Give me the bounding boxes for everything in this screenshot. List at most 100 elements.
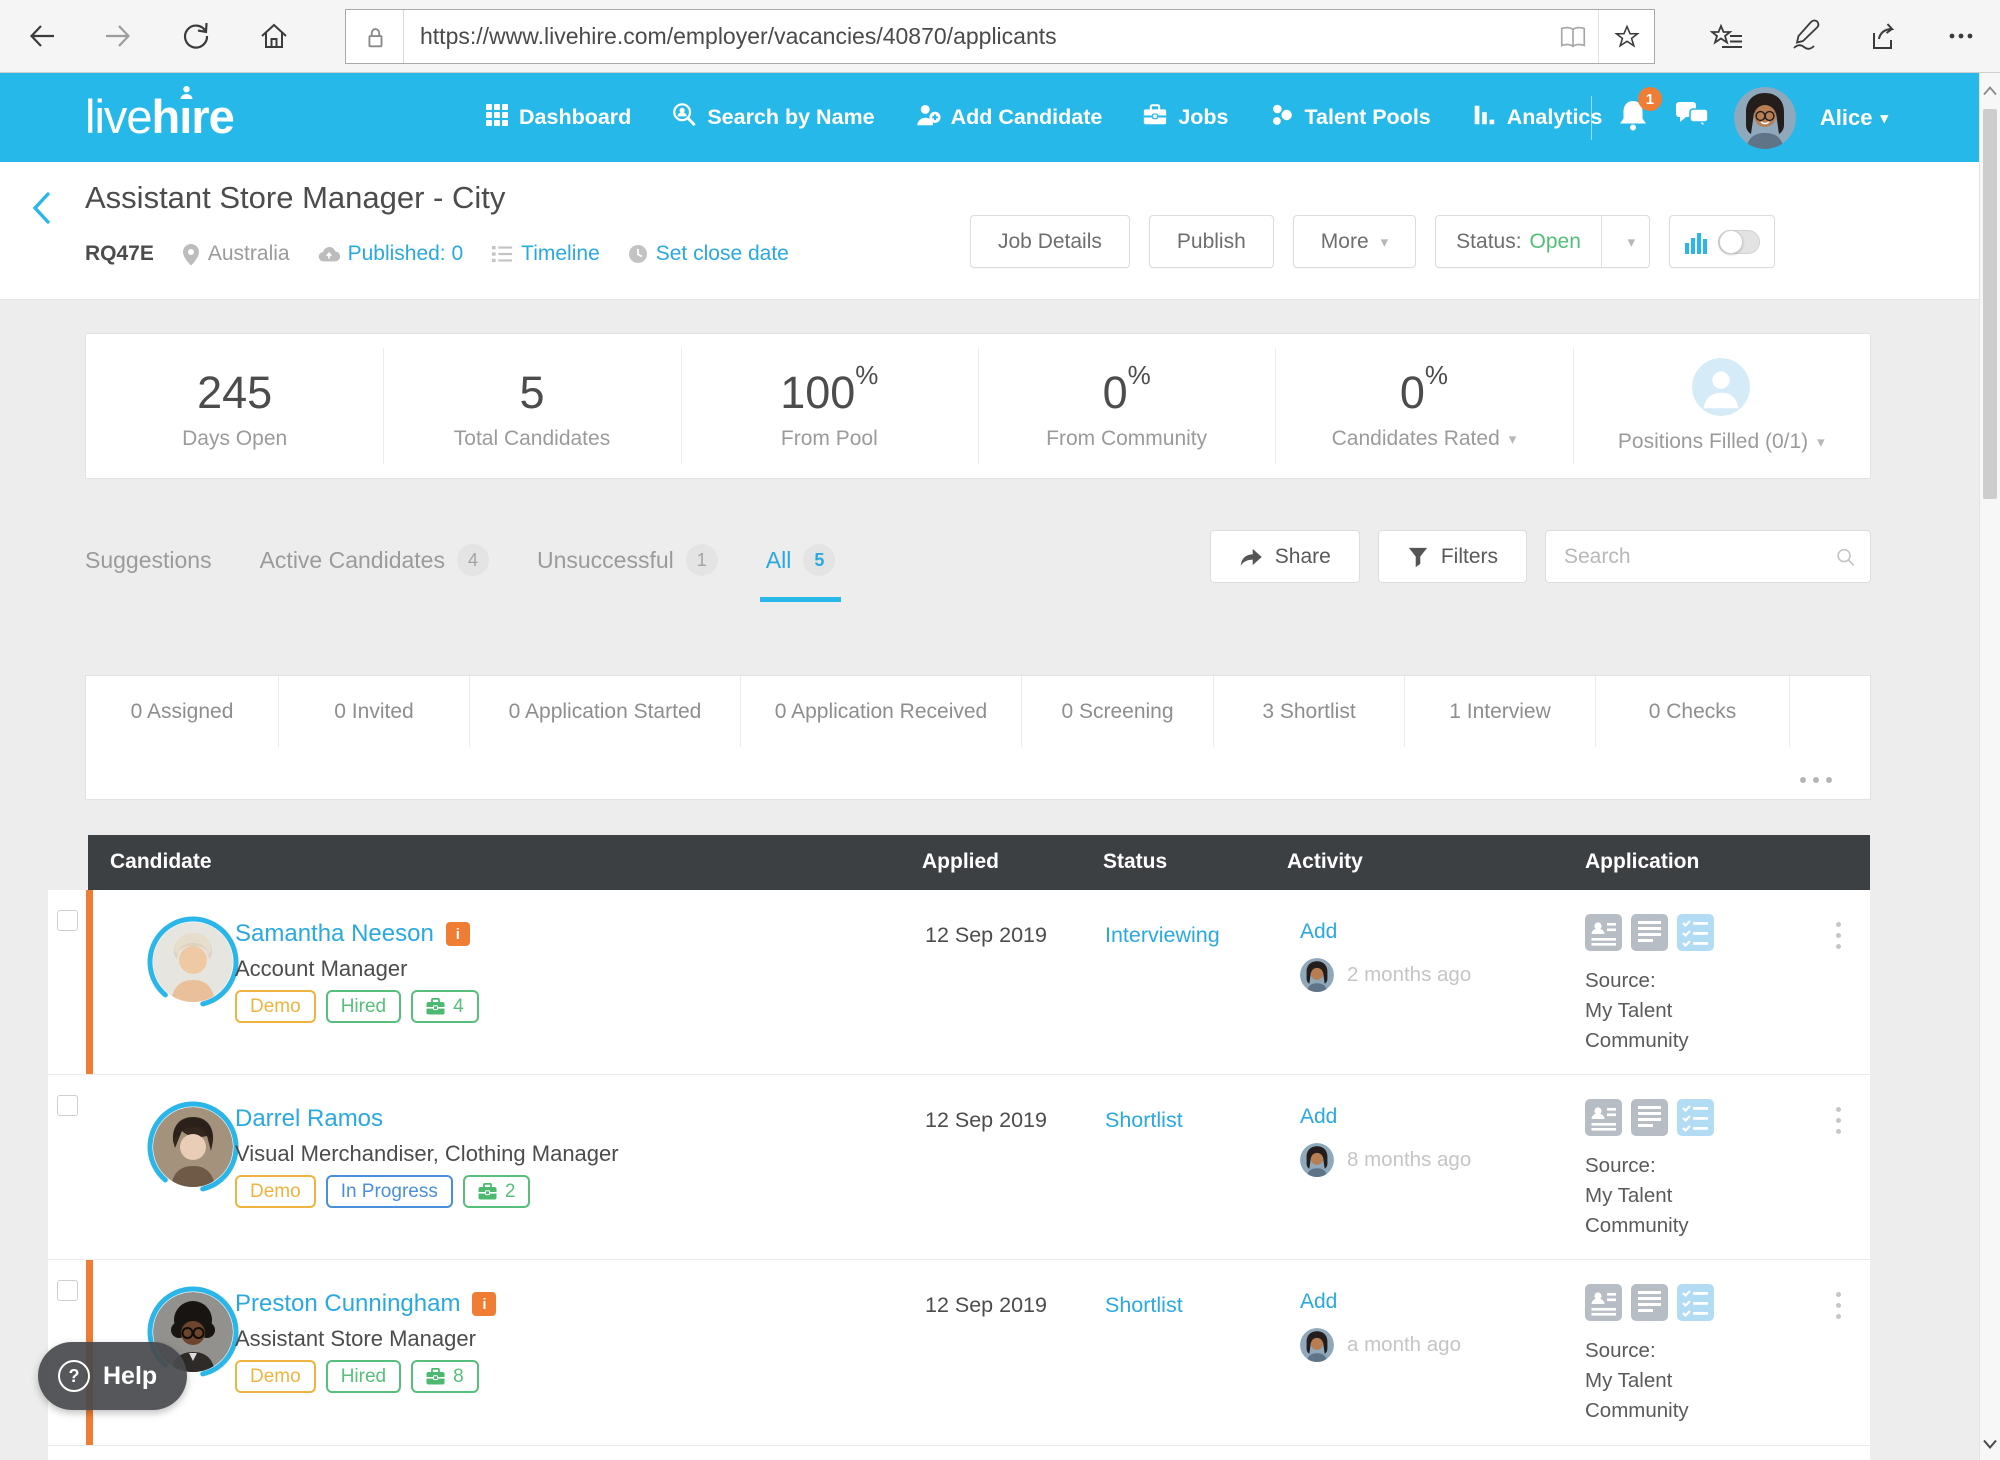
stage-assigned[interactable]: 0 Assigned (86, 676, 279, 747)
stage-screening[interactable]: 0 Screening (1022, 676, 1214, 747)
messages-chat-icon[interactable] (1674, 98, 1710, 137)
row-checkbox[interactable] (57, 1280, 78, 1301)
reading-view-icon[interactable] (1548, 23, 1598, 51)
tab-active-candidates[interactable]: Active Candidates4 (260, 544, 489, 576)
table-bottom-strip (48, 1446, 1870, 1460)
publish-button[interactable]: Publish (1149, 215, 1274, 268)
add-favorite-star-icon[interactable] (1598, 10, 1654, 63)
checklist-icon[interactable] (1677, 1284, 1714, 1321)
job-timeline[interactable]: Timeline (491, 242, 600, 266)
stage-invited[interactable]: 0 Invited (279, 676, 470, 747)
user-menu[interactable]: Alice ▾ (1820, 105, 1888, 131)
stage-application-received[interactable]: 0 Application Received (741, 676, 1022, 747)
page-scrollbar[interactable] (1979, 73, 2000, 1460)
status-dropdown[interactable]: Status: Open ▾ (1435, 215, 1650, 268)
checklist-icon[interactable] (1677, 1099, 1714, 1136)
new-indicator-stripe (86, 890, 93, 1074)
filters-button[interactable]: Filters (1378, 530, 1527, 583)
favorites-hub-icon[interactable] (1710, 16, 1744, 56)
candidate-avatar[interactable] (147, 1101, 239, 1193)
share-button[interactable]: Share (1210, 530, 1360, 583)
browser-refresh-icon[interactable] (178, 18, 214, 54)
stage-application-started[interactable]: 0 Application Started (470, 676, 741, 747)
browser-back-icon[interactable] (24, 18, 60, 54)
resume-card-icon[interactable] (1585, 1099, 1622, 1136)
page-title: Assistant Store Manager - City (85, 180, 505, 216)
job-details-button[interactable]: Job Details (970, 215, 1130, 268)
row-menu-kebab-icon[interactable] (1832, 1288, 1845, 1323)
stage-checks[interactable]: 0 Checks (1596, 676, 1790, 747)
browser-home-icon[interactable] (256, 18, 292, 54)
toggle-switch[interactable] (1718, 230, 1760, 254)
job-close-date-label[interactable]: Set close date (656, 242, 789, 266)
candidate-avatar[interactable] (147, 916, 239, 1008)
nav-item-search-by-name[interactable]: Search by Name (671, 102, 874, 134)
status-value: Open (1530, 230, 1581, 254)
candidate-name-link[interactable]: Preston Cunningham (235, 1290, 460, 1318)
activity-add-link[interactable]: Add (1300, 1290, 1337, 1314)
nav-item-talent-pools[interactable]: Talent Pools (1269, 102, 1431, 134)
document-icon[interactable] (1631, 1099, 1668, 1136)
stat-positions-filled[interactable]: Positions Filled (0/1)▾ (1573, 334, 1870, 478)
resume-card-icon[interactable] (1585, 1284, 1622, 1321)
candidate-name-link[interactable]: Samantha Neeson (235, 920, 434, 948)
address-bar[interactable]: https://www.livehire.com/employer/vacanc… (345, 9, 1655, 64)
web-note-pen-icon[interactable] (1788, 16, 1822, 56)
stage-shortlist[interactable]: 3 Shortlist (1214, 676, 1405, 747)
candidate-status[interactable]: Interviewing (1105, 923, 1220, 948)
tab-unsuccessful[interactable]: Unsuccessful1 (537, 544, 718, 576)
tab-suggestions[interactable]: Suggestions (85, 547, 212, 574)
search-box[interactable] (1545, 530, 1871, 583)
nav-item-analytics[interactable]: Analytics (1471, 102, 1603, 134)
livehire-logo[interactable]: livehıre (85, 89, 234, 144)
search-icon (1835, 544, 1856, 570)
row-checkbox[interactable] (57, 1095, 78, 1116)
tab-all[interactable]: All5 (766, 544, 836, 576)
row-menu-kebab-icon[interactable] (1832, 918, 1845, 953)
job-close-date[interactable]: Set close date (628, 242, 789, 266)
activity-add-link[interactable]: Add (1300, 1105, 1337, 1129)
job-timeline-label[interactable]: Timeline (521, 242, 600, 266)
share-icon[interactable] (1866, 16, 1900, 56)
avatar-photo[interactable] (153, 922, 233, 1002)
user-avatar[interactable] (1734, 87, 1796, 149)
scroll-down-icon[interactable] (1980, 1432, 2000, 1456)
resume-card-icon[interactable] (1585, 914, 1622, 951)
stats-card: 245 Days Open 5 Total Candidates 100% Fr… (85, 333, 1871, 479)
scrollbar-thumb[interactable] (1983, 109, 1997, 499)
analytics-toggle-button[interactable] (1669, 215, 1775, 268)
more-button[interactable]: More▾ (1293, 215, 1416, 268)
pipeline-more-ellipsis-icon[interactable] (1800, 777, 1832, 783)
notifications-bell-icon[interactable]: 1 (1616, 97, 1650, 138)
stat-total-candidates: 5 Total Candidates (383, 334, 680, 478)
job-published-label[interactable]: Published: 0 (348, 242, 464, 266)
avatar-photo[interactable] (153, 1107, 233, 1187)
checklist-icon[interactable] (1677, 914, 1714, 951)
list-toolbar: Share Filters (1210, 530, 1871, 583)
url-text[interactable]: https://www.livehire.com/employer/vacanc… (404, 23, 1548, 50)
job-published[interactable]: Published: 0 (318, 242, 464, 266)
browser-menu-ellipsis-icon[interactable] (1944, 16, 1978, 56)
back-chevron-icon[interactable] (28, 188, 54, 233)
candidate-status[interactable]: Shortlist (1105, 1108, 1183, 1133)
tag-hired: Hired (326, 990, 401, 1023)
candidate-status[interactable]: Shortlist (1105, 1293, 1183, 1318)
row-menu-kebab-icon[interactable] (1832, 1103, 1845, 1138)
chevron-down-icon[interactable]: ▾ (1509, 430, 1517, 448)
document-icon[interactable] (1631, 914, 1668, 951)
activity-add-link[interactable]: Add (1300, 920, 1337, 944)
scroll-up-icon[interactable] (1980, 79, 2000, 103)
status-caret-button[interactable]: ▾ (1601, 216, 1649, 267)
document-icon[interactable] (1631, 1284, 1668, 1321)
row-checkbox[interactable] (57, 910, 78, 931)
chevron-down-icon[interactable]: ▾ (1817, 433, 1825, 451)
stat-candidates-rated[interactable]: 0% Candidates Rated▾ (1275, 334, 1572, 478)
help-button[interactable]: ? Help (38, 1342, 187, 1410)
candidate-name-link[interactable]: Darrel Ramos (235, 1105, 383, 1133)
stage-interview[interactable]: 1 Interview (1405, 676, 1596, 747)
nav-item-dashboard[interactable]: Dashboard (485, 103, 631, 133)
search-input[interactable] (1564, 545, 1835, 569)
nav-item-add-candidate[interactable]: Add Candidate (915, 102, 1103, 134)
nav-item-jobs[interactable]: Jobs (1142, 102, 1228, 134)
browser-forward-icon[interactable] (100, 18, 136, 54)
